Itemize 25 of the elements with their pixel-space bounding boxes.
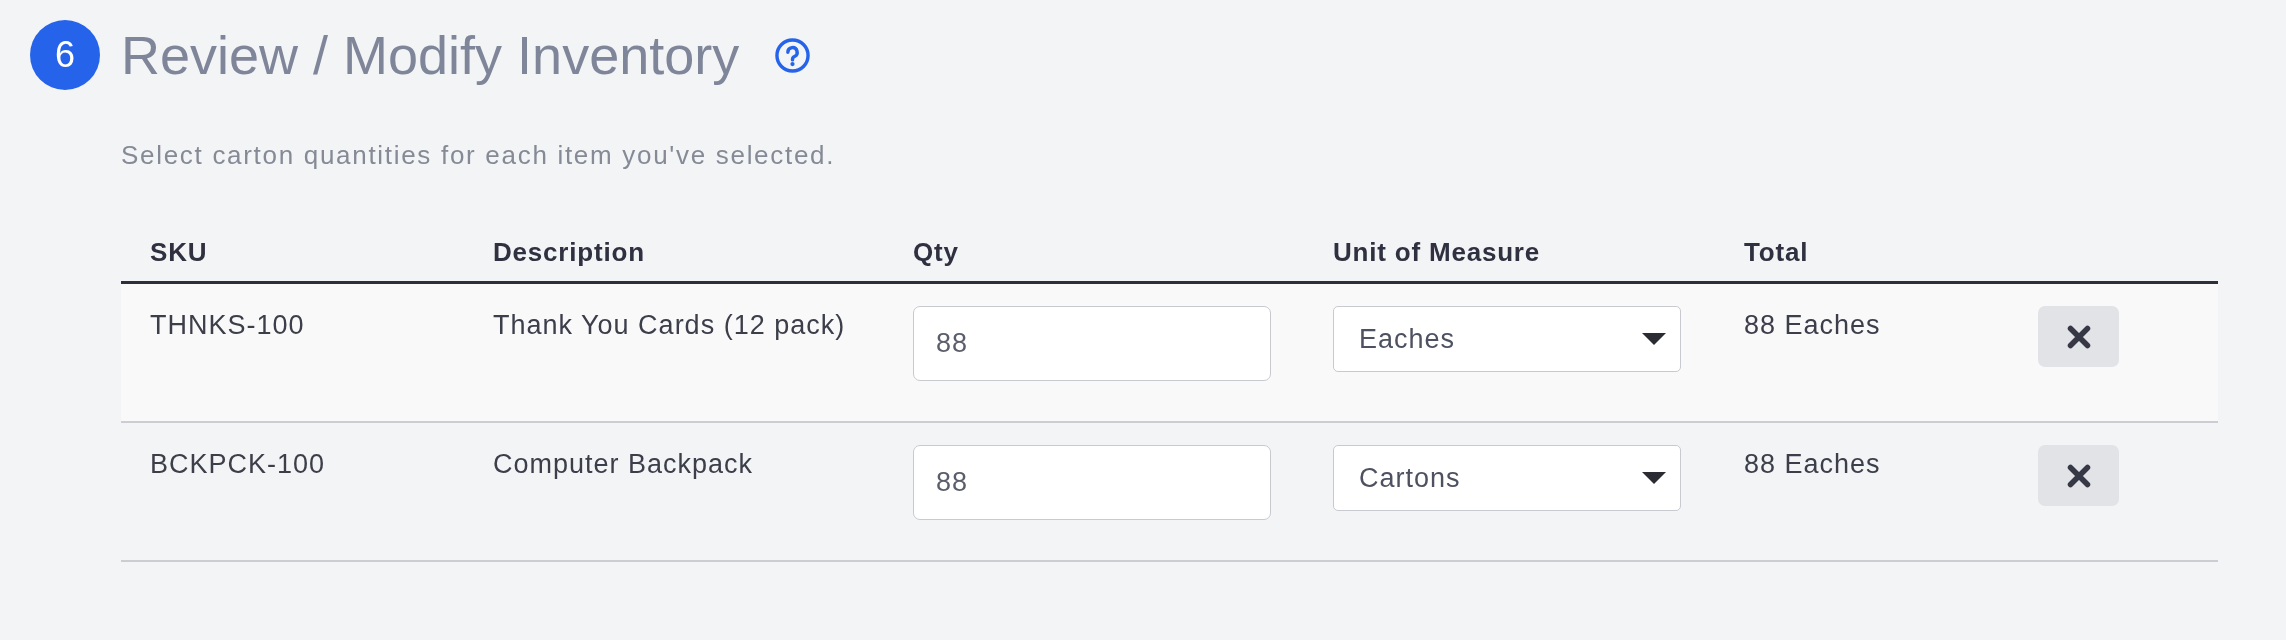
section-title: Review / Modify Inventory: [121, 24, 740, 87]
column-header: Total: [1744, 237, 1809, 267]
unit-dropdown[interactable]: Cartons: [1333, 445, 1681, 511]
remove-button[interactable]: [2038, 306, 2119, 367]
description-cell-text: Computer Backpack: [493, 448, 754, 479]
total-cell-text: 88 Eaches: [1744, 448, 1881, 479]
step-number-badge: 6: [30, 20, 100, 90]
caret-icon: [1642, 472, 1666, 484]
column-header: Description: [493, 237, 645, 267]
remove-button[interactable]: [2038, 445, 2119, 506]
instructions-text: Select carton quantities for each item you've selected.: [121, 140, 836, 170]
caret-icon: [1642, 333, 1666, 345]
close-icon: [2066, 463, 2091, 488]
description-cell-text: Thank You Cards (12 pack): [493, 309, 846, 340]
sku-cell-text: BCKPCK-100: [150, 448, 326, 479]
column-header: Qty: [913, 237, 959, 267]
column-header: SKU: [150, 237, 208, 267]
column-header: Unit of Measure: [1333, 237, 1541, 267]
unit-dropdown[interactable]: Eaches: [1333, 306, 1681, 372]
help-icon[interactable]: [775, 37, 811, 73]
sku-cell-text: THNKS-100: [150, 309, 305, 340]
close-icon: [2066, 324, 2091, 349]
qty-input[interactable]: 88: [913, 445, 1271, 520]
qty-input[interactable]: 88: [913, 306, 1271, 381]
total-cell-text: 88 Eaches: [1744, 309, 1881, 340]
